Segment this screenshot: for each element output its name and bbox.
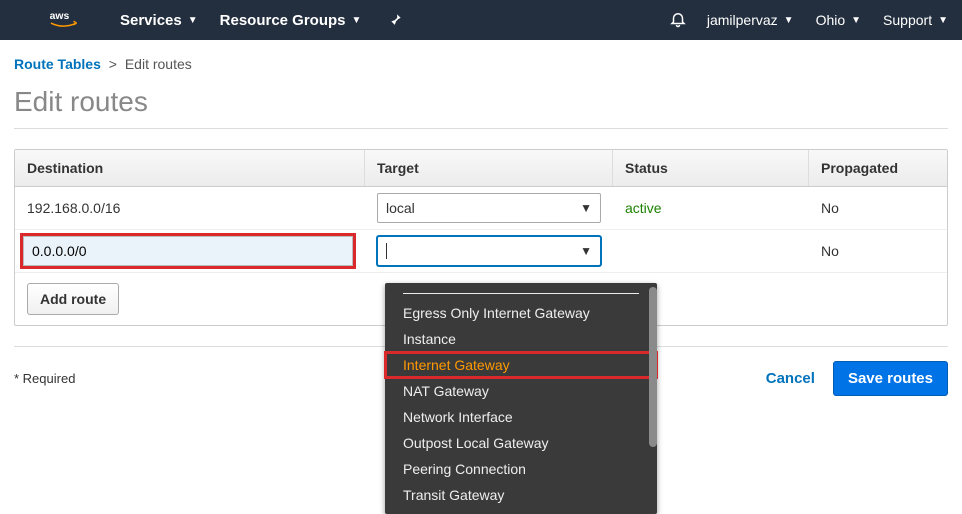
dropdown-item-egress-only-igw[interactable]: Egress Only Internet Gateway [385, 300, 657, 326]
dropdown-scrollbar[interactable] [649, 287, 657, 447]
chevron-down-icon: ▼ [188, 15, 198, 26]
services-menu[interactable]: Services ▼ [120, 12, 198, 29]
dropdown-divider [403, 293, 639, 294]
required-note: * Required [14, 371, 75, 386]
support-label: Support [883, 12, 932, 28]
aws-logo[interactable]: aws [44, 9, 92, 31]
top-nav: aws Services ▼ Resource Groups ▼ jamilpe… [0, 0, 962, 40]
notifications-icon[interactable] [669, 10, 687, 31]
chevron-down-icon: ▼ [580, 244, 592, 258]
add-route-button[interactable]: Add route [27, 283, 119, 315]
services-label: Services [120, 12, 182, 29]
target-select-value: local [386, 200, 415, 216]
col-header-status: Status [613, 150, 809, 186]
cell-status: active [613, 194, 809, 222]
cell-target: local ▼ [365, 187, 613, 229]
support-menu[interactable]: Support ▼ [883, 12, 948, 28]
breadcrumb-separator: > [109, 56, 117, 72]
breadcrumb-current: Edit routes [125, 56, 192, 72]
table-row: ▼ No [15, 230, 947, 273]
dropdown-item-internet-gateway[interactable]: Internet Gateway [385, 352, 657, 378]
svg-text:aws: aws [50, 11, 70, 22]
col-header-propagated: Propagated [809, 150, 947, 186]
user-menu[interactable]: jamilpervaz ▼ [707, 12, 794, 28]
breadcrumb-route-tables[interactable]: Route Tables [14, 56, 101, 72]
cell-status [613, 245, 809, 257]
col-header-target: Target [365, 150, 613, 186]
dropdown-item-outpost-local-gateway[interactable]: Outpost Local Gateway [385, 430, 657, 456]
table-row: 192.168.0.0/16 local ▼ active No [15, 187, 947, 230]
chevron-down-icon: ▼ [580, 201, 592, 215]
dropdown-item-nat-gateway[interactable]: NAT Gateway [385, 378, 657, 404]
cell-destination: 192.168.0.0/16 [15, 194, 365, 222]
target-select[interactable]: local ▼ [377, 193, 601, 223]
dropdown-item-network-interface[interactable]: Network Interface [385, 404, 657, 430]
cancel-button[interactable]: Cancel [766, 370, 815, 387]
dropdown-item-instance[interactable]: Instance [385, 326, 657, 352]
table-header-row: Destination Target Status Propagated [15, 150, 947, 187]
target-select[interactable]: ▼ [377, 236, 601, 266]
chevron-down-icon: ▼ [938, 15, 948, 26]
destination-input[interactable] [32, 243, 344, 259]
breadcrumb: Route Tables > Edit routes [0, 40, 962, 82]
target-dropdown: Egress Only Internet Gateway Instance In… [385, 283, 657, 514]
destination-input-wrap [23, 236, 353, 266]
chevron-down-icon: ▼ [784, 15, 794, 26]
chevron-down-icon: ▼ [352, 15, 362, 26]
cell-propagated: No [809, 237, 947, 265]
region-label: Ohio [816, 12, 846, 28]
pin-icon[interactable] [389, 12, 403, 29]
title-divider [14, 128, 948, 129]
chevron-down-icon: ▼ [851, 15, 861, 26]
dropdown-item-transit-gateway[interactable]: Transit Gateway [385, 482, 657, 508]
cell-target: ▼ [365, 230, 613, 272]
cell-destination [15, 230, 365, 272]
resource-groups-label: Resource Groups [220, 12, 346, 29]
resource-groups-menu[interactable]: Resource Groups ▼ [220, 12, 362, 29]
dropdown-item-peering-connection[interactable]: Peering Connection [385, 456, 657, 482]
page-title: Edit routes [0, 82, 962, 128]
region-menu[interactable]: Ohio ▼ [816, 12, 861, 28]
user-label: jamilpervaz [707, 12, 778, 28]
cell-propagated: No [809, 194, 947, 222]
text-cursor [386, 243, 387, 259]
col-header-destination: Destination [15, 150, 365, 186]
save-routes-button[interactable]: Save routes [833, 361, 948, 396]
